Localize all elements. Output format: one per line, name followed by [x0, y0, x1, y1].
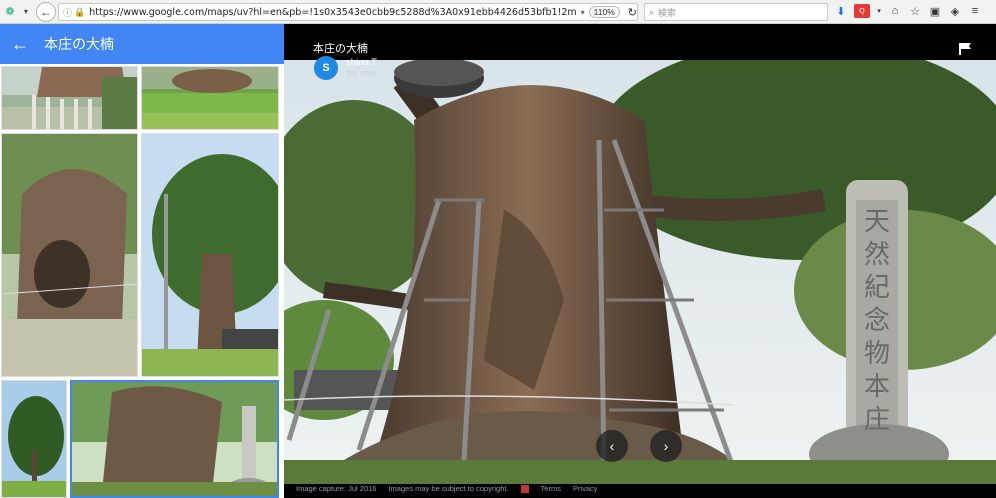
download-icon[interactable]: ⬇ — [834, 4, 848, 18]
refresh-icon[interactable]: ↻ — [628, 6, 637, 19]
zoom-level[interactable]: 110% — [588, 6, 620, 18]
copyright-notice: Images may be subject to copyright. — [388, 484, 509, 493]
viewer-place-title: 本庄の大楠 — [313, 42, 368, 55]
next-photo-button[interactable]: › — [650, 430, 682, 462]
author-name[interactable]: shino T — [346, 57, 377, 68]
chevron-right-icon: › — [663, 438, 669, 454]
info-icon: ⓘ — [63, 7, 73, 18]
terms-link[interactable]: Terms — [541, 484, 561, 493]
svg-text:本: 本 — [864, 372, 890, 402]
panel-header: ← 本庄の大楠 — [0, 24, 284, 64]
search-placeholder: 検索 — [658, 7, 677, 18]
home-icon[interactable]: ⌂ — [888, 4, 902, 18]
photo-thumbnail[interactable] — [141, 133, 279, 377]
addon-icon[interactable]: Q — [854, 4, 870, 18]
back-arrow-icon[interactable]: ← — [0, 34, 40, 55]
search-bar[interactable]: ⌕ 検索 — [644, 3, 828, 21]
photo-thumbnail[interactable] — [141, 66, 279, 130]
photo-grid — [0, 64, 284, 498]
dropdown-icon[interactable]: ▾ — [876, 4, 882, 18]
dropdown-icon[interactable]: ▾ — [581, 8, 585, 17]
back-button[interactable]: ← — [36, 1, 56, 22]
previous-photo-button[interactable]: ‹ — [596, 430, 628, 462]
image-capture-date: Image capture: Jul 2016 — [296, 484, 377, 493]
photo-thumbnail[interactable] — [1, 380, 67, 498]
place-title: 本庄の大楠 — [44, 37, 114, 53]
pocket-icon[interactable]: ◈ — [948, 4, 962, 18]
bookmark-icon[interactable]: ▣ — [928, 4, 942, 18]
url-text[interactable]: https://www.google.com/maps/uv?hl=en&pb=… — [89, 7, 576, 18]
dropdown-icon[interactable]: ▾ — [18, 4, 34, 20]
report-icon[interactable] — [520, 484, 529, 493]
svg-text:物: 物 — [864, 339, 890, 369]
svg-text:天: 天 — [864, 207, 890, 237]
chevron-left-icon: ‹ — [609, 438, 615, 454]
flag-icon — [959, 43, 971, 55]
viewer-footer: Image capture: Jul 2016 Images may be su… — [296, 484, 598, 493]
main-photo[interactable]: 天然紀念物本庄 — [284, 60, 996, 484]
avatar[interactable]: S — [314, 56, 338, 80]
privacy-link[interactable]: Privacy — [573, 484, 598, 493]
photo-thumbnail[interactable] — [1, 133, 138, 377]
star-icon[interactable]: ☆ — [908, 4, 922, 18]
svg-text:紀: 紀 — [864, 273, 890, 303]
search-icon: ⌕ — [649, 6, 655, 17]
url-bar[interactable]: ⓘ 🔒 https://www.google.com/maps/uv?hl=en… — [58, 3, 638, 21]
photo-list-panel: ← 本庄の大楠 — [0, 24, 284, 498]
browser-toolbar: ❁ ▾ ← ⓘ 🔒 https://www.google.com/maps/uv… — [0, 0, 996, 24]
lock-icon: 🔒 — [74, 6, 86, 17]
report-button[interactable] — [958, 42, 972, 56]
svg-text:念: 念 — [864, 306, 890, 336]
photo-thumbnail-selected[interactable] — [70, 380, 279, 498]
photo-viewer: 天然紀念物本庄 本庄の大楠 S shino T JUL 2016 ‹ › Ima… — [284, 24, 996, 498]
svg-text:庄: 庄 — [864, 405, 890, 435]
author-date: JUL 2016 — [346, 71, 376, 78]
menu-icon[interactable]: ≡ — [968, 4, 982, 18]
photo-thumbnail[interactable] — [1, 66, 138, 130]
svg-text:然: 然 — [864, 240, 890, 270]
site-identity-icon[interactable]: ❁ — [2, 4, 18, 20]
back-icon: ← — [40, 4, 52, 19]
